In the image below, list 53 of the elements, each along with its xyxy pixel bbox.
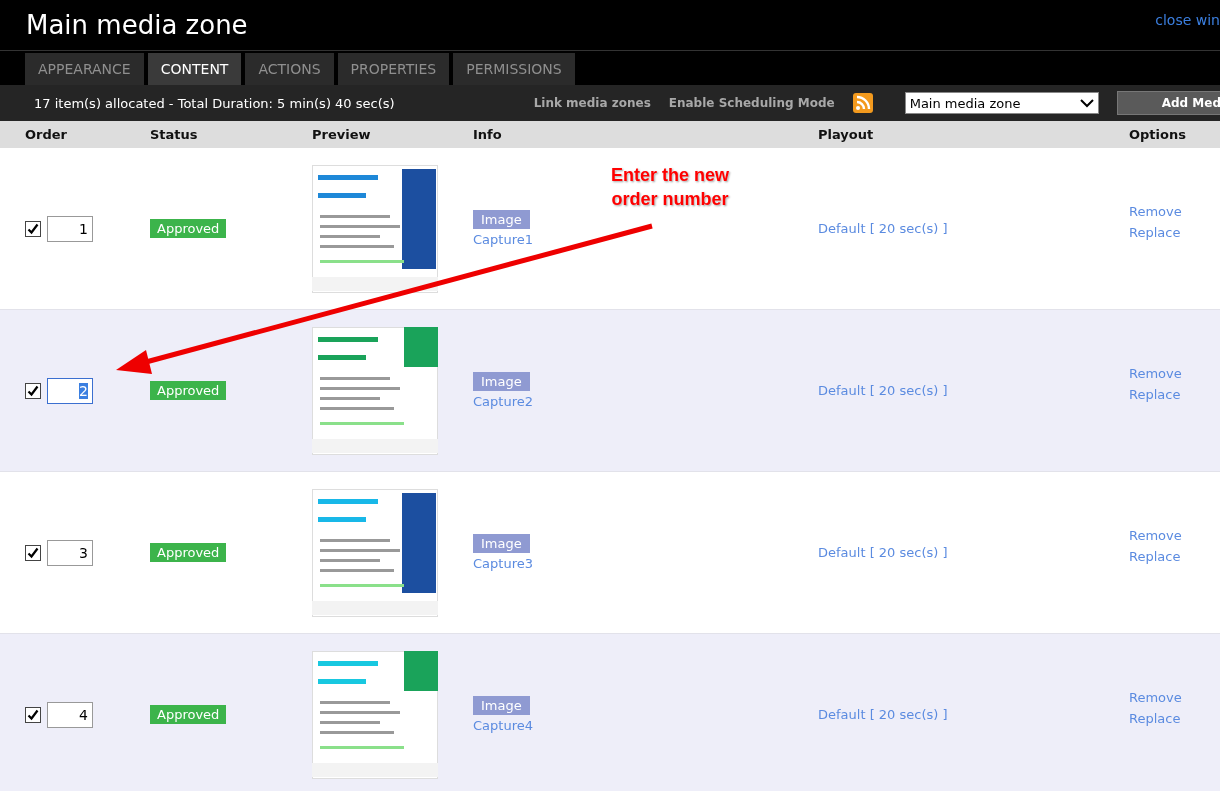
tab[interactable]: PERMISSIONS xyxy=(453,53,575,85)
option-link[interactable]: Remove xyxy=(1129,365,1220,381)
option-link[interactable]: Remove xyxy=(1129,689,1220,705)
option-link[interactable]: Replace xyxy=(1129,548,1220,564)
option-link[interactable]: Remove xyxy=(1129,527,1220,543)
playout-link[interactable]: Default [ 20 sec(s) ] xyxy=(818,221,1129,236)
checkbox[interactable] xyxy=(25,382,41,399)
media-type-badge: Image xyxy=(473,696,530,715)
status-badge: Approved xyxy=(150,219,227,238)
media-type-badge: Image xyxy=(473,210,530,229)
media-type-badge: Image xyxy=(473,534,530,553)
add-media-button[interactable]: Add Med xyxy=(1116,91,1220,115)
tab[interactable]: PROPERTIES xyxy=(337,53,450,85)
checkbox[interactable] xyxy=(25,706,41,723)
option-link[interactable]: Replace xyxy=(1129,386,1220,402)
chevron-down-icon xyxy=(1079,98,1094,108)
rss-icon[interactable] xyxy=(852,93,873,113)
column-header: Playout xyxy=(818,127,875,142)
column-header: Order xyxy=(25,127,68,142)
order-input[interactable]: 4 xyxy=(47,701,93,728)
zone-dropdown[interactable]: Main media zone xyxy=(904,92,1099,114)
annotation-text: Enter the new order number xyxy=(610,164,730,211)
checkbox[interactable] xyxy=(25,220,41,237)
media-name-link[interactable]: Capture3 xyxy=(473,556,533,571)
column-header: Options xyxy=(1129,127,1187,142)
option-link[interactable]: Replace xyxy=(1129,224,1220,240)
column-header: Preview xyxy=(312,127,372,142)
tab[interactable]: APPEARANCE xyxy=(25,53,144,85)
order-input[interactable]: 2 xyxy=(47,377,93,404)
option-link[interactable]: Remove xyxy=(1129,203,1220,219)
order-input[interactable]: 3 xyxy=(47,539,93,566)
playout-link[interactable]: Default [ 20 sec(s) ] xyxy=(818,545,1129,560)
media-name-link[interactable]: Capture1 xyxy=(473,232,533,247)
toolbar-link[interactable]: Link media zones xyxy=(533,96,651,110)
allocation-summary: 17 item(s) allocated - Total Duration: 5 min(s) 40 sec(s) xyxy=(34,95,395,111)
option-link[interactable]: Replace xyxy=(1129,710,1220,726)
window-title: Main media zone xyxy=(26,10,248,40)
tab[interactable]: ACTIONS xyxy=(245,53,334,85)
order-input[interactable]: 1 xyxy=(47,215,93,242)
status-badge: Approved xyxy=(150,381,227,400)
media-name-link[interactable]: Capture2 xyxy=(473,394,533,409)
column-header: Status xyxy=(150,127,199,142)
toolbar-link[interactable]: Enable Scheduling Mode xyxy=(668,96,835,110)
tab[interactable]: CONTENT xyxy=(147,53,242,85)
media-type-badge: Image xyxy=(473,372,530,391)
media-name-link[interactable]: Capture4 xyxy=(473,718,533,733)
playout-link[interactable]: Default [ 20 sec(s) ] xyxy=(818,383,1129,398)
status-badge: Approved xyxy=(150,543,227,562)
close-window-link[interactable]: close win xyxy=(1155,12,1220,28)
column-header: Info xyxy=(473,127,503,142)
status-badge: Approved xyxy=(150,705,227,724)
checkbox[interactable] xyxy=(25,544,41,561)
playout-link[interactable]: Default [ 20 sec(s) ] xyxy=(818,707,1129,722)
